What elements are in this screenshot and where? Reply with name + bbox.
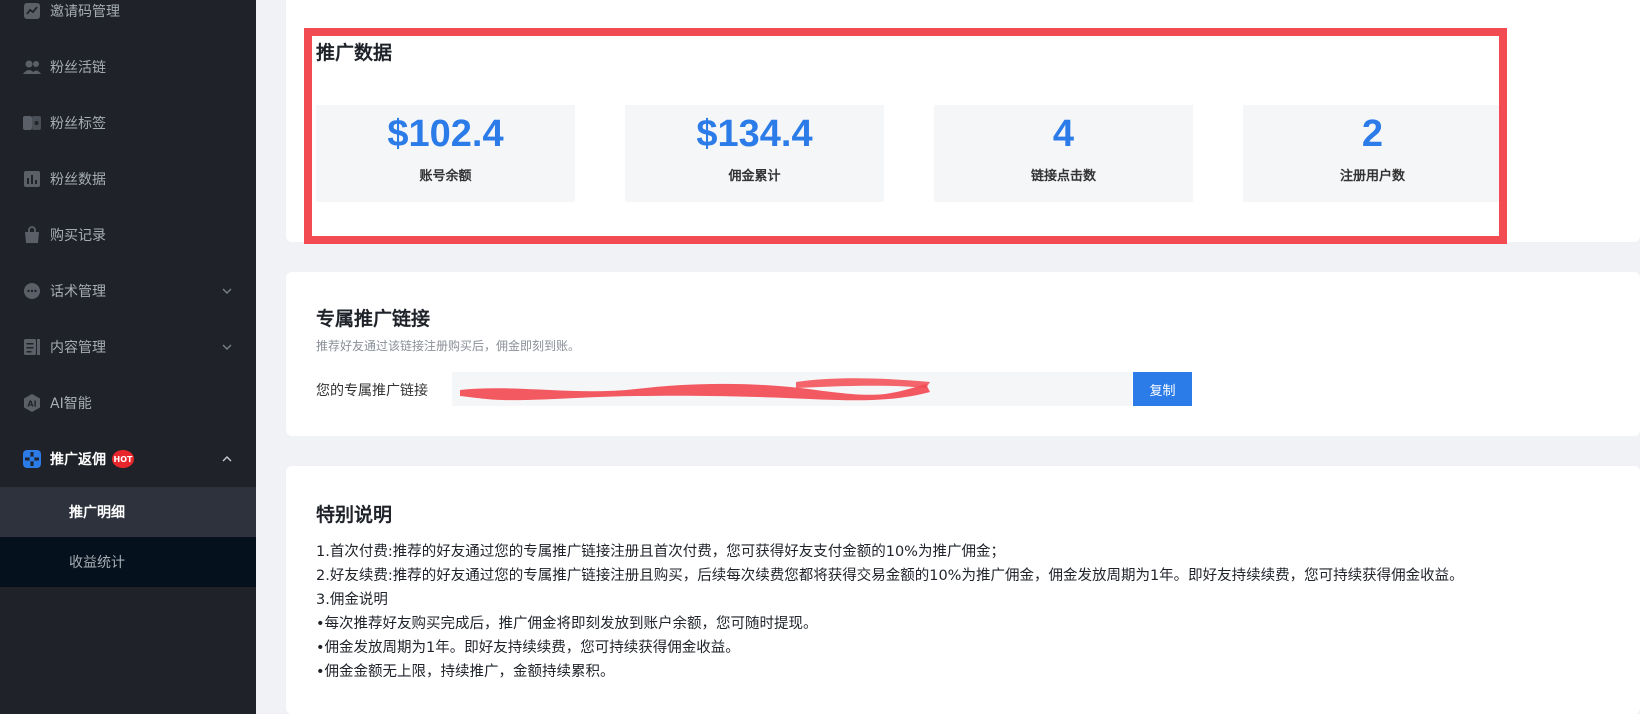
chevron-down-icon xyxy=(220,284,234,298)
sidebar-item-fan-data[interactable]: 粉丝数据 xyxy=(0,151,256,207)
link-section-title: 专属推广链接 xyxy=(316,308,431,330)
stat-label: 佣金累计 xyxy=(728,169,781,184)
sidebar-item-invite-codes[interactable]: 邀请码管理 xyxy=(0,0,256,39)
sidebar-item-ai[interactable]: AI AI智能 xyxy=(0,375,256,431)
stat-value: 2 xyxy=(1361,113,1384,155)
link-field-label: 您的专属推广链接 xyxy=(316,383,428,399)
tag-icon xyxy=(22,113,42,133)
stats-section-title: 推广数据 xyxy=(316,42,393,64)
chat-icon xyxy=(22,281,42,301)
sidebar-item-purchase-records[interactable]: 购买记录 xyxy=(0,207,256,263)
sidebar-subitem-earnings-stats[interactable]: 收益统计 xyxy=(0,537,256,587)
sidebar-item-fan-links[interactable]: 粉丝活链 xyxy=(0,39,256,95)
stat-registered-users: 2 注册用户数 xyxy=(1243,105,1502,202)
redaction-scribble xyxy=(460,378,930,401)
note-line: •每次推荐好友购买完成后，推广佣金将即刻发放到账户余额，您可随时提现。 xyxy=(316,616,818,632)
document-icon xyxy=(22,337,42,357)
sidebar-item-label: 粉丝标签 xyxy=(50,116,106,132)
sidebar-item-label: 粉丝数据 xyxy=(50,172,106,188)
sidebar-item-fan-tags[interactable]: 粉丝标签 xyxy=(0,95,256,151)
sidebar-subitem-promotion-details[interactable]: 推广明细 xyxy=(0,487,256,537)
stat-link-clicks: 4 链接点击数 xyxy=(934,105,1193,202)
chevron-down-icon xyxy=(220,340,234,354)
sidebar-subitem-label: 推广明细 xyxy=(69,505,125,521)
stat-value: $134.4 xyxy=(696,113,813,155)
notes-list: 1.首次付费:推荐的好友通过您的专属推广链接注册且首次付费，您可获得好友支付金额… xyxy=(316,540,1636,684)
bar-chart-icon xyxy=(22,169,42,189)
shopping-bag-icon xyxy=(22,225,42,245)
ai-icon: AI xyxy=(22,393,42,413)
stat-account-balance: $102.4 账号余额 xyxy=(316,105,575,202)
sidebar: 邀请码管理 粉丝活链 粉丝标签 粉丝数据 购买记录 话术管理 内容管理 AI A… xyxy=(0,0,256,714)
sidebar-item-script-management[interactable]: 话术管理 xyxy=(0,263,256,319)
chart-line-icon xyxy=(22,1,42,21)
note-line: •佣金发放周期为1年。即好友持续续费，您可持续获得佣金收益。 xyxy=(316,640,740,656)
copy-button[interactable]: 复制 xyxy=(1133,372,1192,406)
sidebar-item-content-management[interactable]: 内容管理 xyxy=(0,319,256,375)
stat-label: 链接点击数 xyxy=(1030,169,1096,184)
stat-label: 注册用户数 xyxy=(1339,169,1405,184)
stat-value: 4 xyxy=(1052,113,1075,155)
sidebar-item-promotion[interactable]: 推广返佣 HOT xyxy=(0,431,256,487)
link-section-subtitle: 推荐好友通过该链接注册购买后，佣金即刻到账。 xyxy=(316,339,581,353)
note-line: 3.佣金说明 xyxy=(316,592,388,608)
sidebar-item-label: 粉丝活链 xyxy=(50,60,106,76)
note-line: 2.好友续费:推荐的好友通过您的专属推广链接注册且购买，后续每次续费您都将获得交… xyxy=(316,568,1464,584)
sidebar-item-label: 话术管理 xyxy=(50,284,106,300)
chevron-up-icon xyxy=(220,452,234,466)
link-card xyxy=(286,272,1640,436)
stat-total-commission: $134.4 佣金累计 xyxy=(625,105,884,202)
notes-section-title: 特别说明 xyxy=(316,504,393,526)
sidebar-item-label: 邀请码管理 xyxy=(50,4,120,20)
sidebar-item-label: 购买记录 xyxy=(50,228,106,244)
stat-value: $102.4 xyxy=(387,113,504,155)
sidebar-subitem-label: 收益统计 xyxy=(69,555,125,571)
users-icon xyxy=(22,57,42,77)
sidebar-item-label: 内容管理 xyxy=(50,340,106,356)
promotion-icon xyxy=(22,449,42,469)
sidebar-item-label: 推广返佣 xyxy=(50,452,106,468)
stat-label: 账号余额 xyxy=(419,169,472,184)
sidebar-item-label: AI智能 xyxy=(50,396,92,412)
svg-text:AI: AI xyxy=(27,400,36,409)
hot-badge: HOT xyxy=(112,450,134,468)
note-line: 1.首次付费:推荐的好友通过您的专属推广链接注册且首次付费，您可获得好友支付金额… xyxy=(316,544,1005,560)
note-line: •佣金金额无上限，持续推广，金额持续累积。 xyxy=(316,664,615,680)
